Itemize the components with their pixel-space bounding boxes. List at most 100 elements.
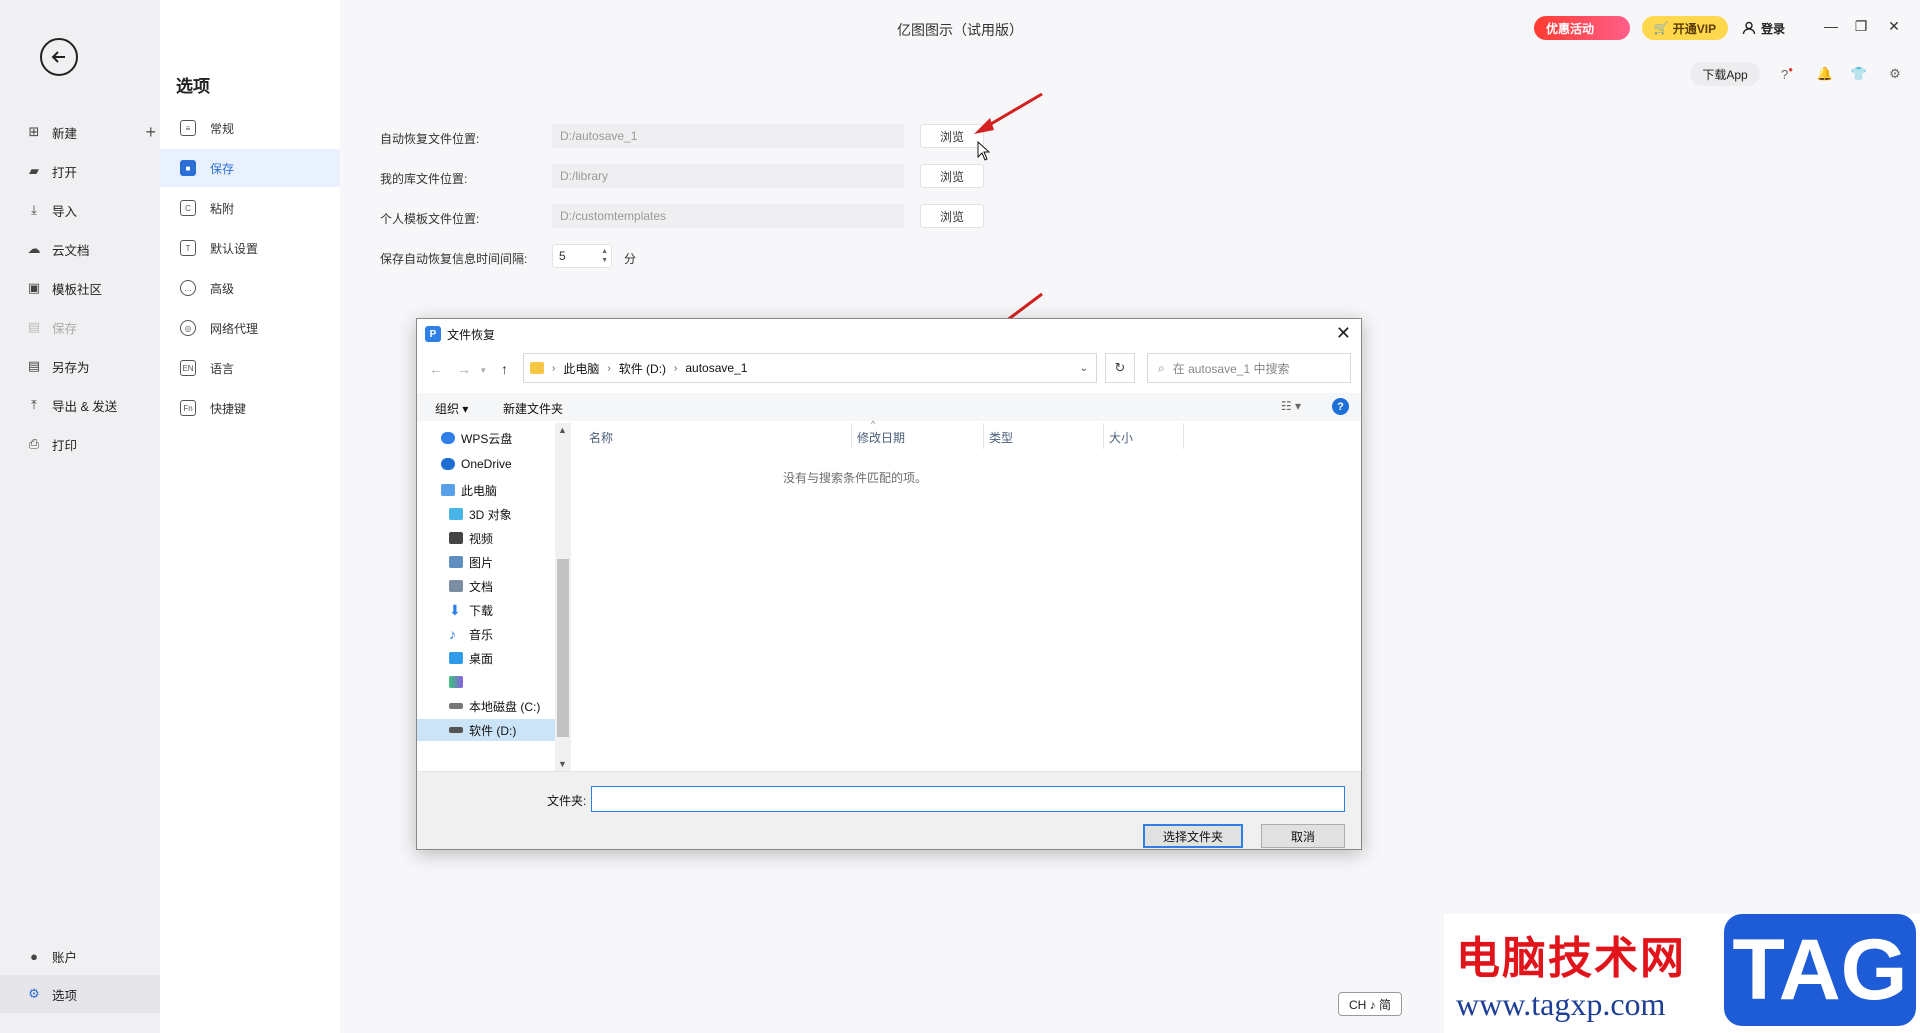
add-icon[interactable]: + xyxy=(145,122,156,143)
breadcrumb-item[interactable]: 此电脑 xyxy=(563,360,599,377)
tree-item-label: 文档 xyxy=(469,579,494,594)
view-options-icon[interactable]: ☷ ▾ xyxy=(1281,399,1301,413)
network-icon: ◎ xyxy=(180,320,196,336)
templates-path-field[interactable]: D:/customtemplates xyxy=(552,204,904,228)
tree-item-drive-d[interactable]: 软件 (D:) xyxy=(417,719,555,741)
nav-import[interactable]: ⤓ 导入 xyxy=(26,198,156,222)
tree-item-app[interactable] xyxy=(417,671,555,693)
autosave-path-field[interactable]: D:/autosave_1 xyxy=(552,124,904,148)
stepper-arrows-icon[interactable]: ▲ ▼ xyxy=(601,247,608,265)
interval-stepper[interactable]: 5 ▲ ▼ xyxy=(552,244,612,268)
nav-options[interactable]: ⚙ 选项 xyxy=(0,975,160,1013)
nav-save-as[interactable]: ▤ 另存为 xyxy=(26,354,156,378)
search-input[interactable]: ⌕ 在 autosave_1 中搜索 xyxy=(1147,353,1351,383)
column-type[interactable]: 类型 xyxy=(989,429,1013,446)
select-folder-button[interactable]: 选择文件夹 xyxy=(1143,824,1243,848)
breadcrumb-item[interactable]: autosave_1 xyxy=(685,361,747,375)
vip-button[interactable]: 🛒 开通VIP xyxy=(1642,16,1728,40)
file-list-header: ^ 名称 修改日期 类型 大小 xyxy=(575,419,1361,449)
tree-item-videos[interactable]: 视频 xyxy=(417,527,555,549)
tree-item-pictures[interactable]: 图片 xyxy=(417,551,555,573)
address-bar[interactable]: › 此电脑 › 软件 (D:) › autosave_1 ⌄ xyxy=(523,353,1097,383)
scroll-down-icon[interactable]: ▼ xyxy=(558,759,567,769)
tree-item-drive-c[interactable]: 本地磁盘 (C:) xyxy=(417,695,555,717)
nav-template-community[interactable]: ▣ 模板社区 xyxy=(26,276,156,300)
tree-item-onedrive[interactable]: OneDrive xyxy=(417,453,555,475)
tree-item-documents[interactable]: 文档 xyxy=(417,575,555,597)
export-icon: ⤒ xyxy=(31,397,37,412)
dialog-title: 文件恢复 xyxy=(447,327,496,342)
column-divider[interactable] xyxy=(851,423,852,449)
scrollbar-thumb[interactable] xyxy=(557,559,569,737)
help-icon[interactable]: ? xyxy=(1332,398,1349,415)
tree-item-desktop[interactable]: 桌面 xyxy=(417,647,555,669)
app-icon: P xyxy=(425,326,441,342)
nav-account[interactable]: ● 账户 xyxy=(26,944,156,968)
video-icon xyxy=(449,532,463,544)
library-browse-button[interactable]: 浏览 xyxy=(920,164,984,188)
library-path-field[interactable]: D:/library xyxy=(552,164,904,188)
minimize-icon[interactable]: — xyxy=(1821,16,1841,36)
download-app-button[interactable]: 下载App xyxy=(1690,62,1760,86)
up-icon[interactable]: ↑ xyxy=(501,361,508,377)
close-window-icon[interactable]: ✕ xyxy=(1884,16,1904,36)
option-snap[interactable]: C 粘附 xyxy=(160,189,340,227)
ime-indicator[interactable]: CH ♪ 简 xyxy=(1338,992,1402,1016)
login-button[interactable]: 登录 xyxy=(1742,16,1785,40)
tree-scrollbar[interactable]: ▲ ▼ xyxy=(555,423,571,771)
interval-unit: 分 xyxy=(624,252,637,266)
restore-icon[interactable]: ❐ xyxy=(1851,16,1871,36)
option-shortcuts[interactable]: Fn 快捷键 xyxy=(160,389,340,427)
history-dropdown-icon[interactable]: ▾ xyxy=(481,365,486,376)
nav-cloud[interactable]: ☁ 云文档 xyxy=(26,237,156,261)
scroll-up-icon[interactable]: ▲ xyxy=(558,425,567,435)
autosave-label: 自动恢复文件位置: xyxy=(380,132,480,146)
tree-item-this-pc[interactable]: 此电脑 xyxy=(417,479,555,501)
templates-browse-button[interactable]: 浏览 xyxy=(920,204,984,228)
refresh-icon[interactable]: ↻ xyxy=(1105,353,1135,383)
vip-label: 开通VIP xyxy=(1672,21,1717,36)
option-defaults[interactable]: T 默认设置 xyxy=(160,229,340,267)
help-icon[interactable]: ? ● xyxy=(1776,64,1798,84)
promo-button[interactable]: 优惠活动 xyxy=(1534,16,1630,40)
tree-item-3d-objects[interactable]: 3D 对象 xyxy=(417,503,555,525)
picture-icon xyxy=(449,556,463,568)
folder-name-field[interactable] xyxy=(591,786,1345,812)
option-proxy[interactable]: ◎ 网络代理 xyxy=(160,309,340,347)
bell-icon[interactable]: 🔔 xyxy=(1814,64,1836,84)
tree-item-downloads[interactable]: ⬇ 下载 xyxy=(417,599,555,621)
back-button[interactable] xyxy=(40,38,78,76)
dialog-close-icon[interactable]: ✕ xyxy=(1336,323,1351,344)
nav-print[interactable]: ⎙ 打印 xyxy=(26,432,156,456)
breadcrumb-item[interactable]: 软件 (D:) xyxy=(619,360,666,377)
user-icon xyxy=(1742,21,1756,35)
option-advanced[interactable]: … 高级 xyxy=(160,269,340,307)
column-modified[interactable]: 修改日期 xyxy=(857,429,905,446)
nav-open[interactable]: ▰ 打开 xyxy=(26,159,156,183)
column-size[interactable]: 大小 xyxy=(1109,429,1133,446)
nav-export[interactable]: ⤒ 导出 & 发送 xyxy=(26,393,156,417)
forward-icon[interactable]: → xyxy=(457,361,471,377)
organize-menu[interactable]: 组织 ▾ xyxy=(435,400,468,417)
dialog-toolbar: 组织 ▾ 新建文件夹 ☷ ▾ ? xyxy=(417,393,1361,421)
chevron-down-icon[interactable]: ⌄ xyxy=(1080,363,1088,374)
app-folder-icon xyxy=(449,676,463,688)
tree-item-wps-cloud[interactable]: WPS云盘 xyxy=(417,427,555,449)
column-divider[interactable] xyxy=(1103,423,1104,449)
column-name[interactable]: 名称 xyxy=(589,429,613,446)
column-divider[interactable] xyxy=(1183,423,1184,449)
nav-save[interactable]: ▤ 保存 xyxy=(26,315,156,339)
new-folder-button[interactable]: 新建文件夹 xyxy=(503,400,563,417)
back-icon[interactable]: ← xyxy=(429,361,443,377)
option-language[interactable]: EN 语言 xyxy=(160,349,340,387)
nav-export-label: 导出 & 发送 xyxy=(52,399,118,414)
option-general[interactable]: ≡ 常规 xyxy=(160,109,340,147)
shirt-icon[interactable]: 👕 xyxy=(1848,64,1870,84)
column-divider[interactable] xyxy=(983,423,984,449)
tree-item-music[interactable]: ♪ 音乐 xyxy=(417,623,555,645)
nav-new[interactable]: ⊞ 新建 + xyxy=(26,120,156,144)
interval-label: 保存自动恢复信息时间间隔: xyxy=(380,252,528,266)
settings-icon[interactable]: ⚙ xyxy=(1884,64,1906,84)
cancel-button[interactable]: 取消 xyxy=(1261,824,1345,848)
option-save[interactable]: ■ 保存 xyxy=(160,149,340,187)
